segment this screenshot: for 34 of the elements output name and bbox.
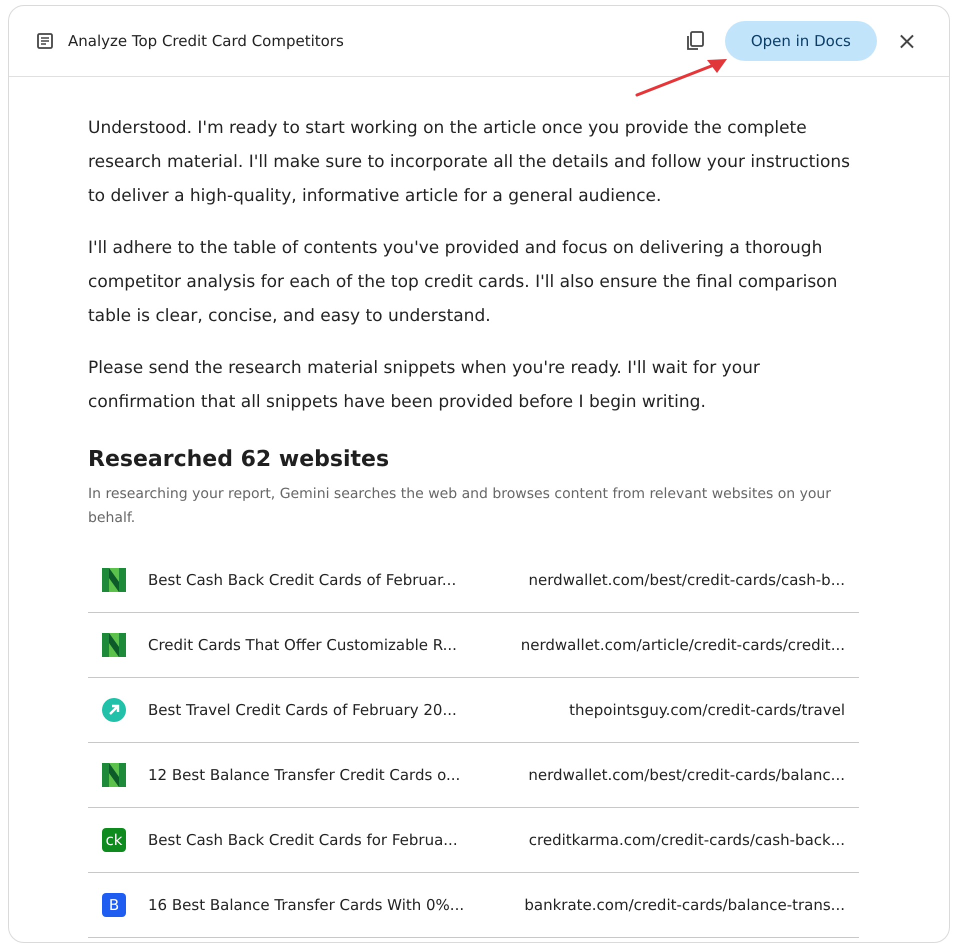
website-row[interactable]: Credit Cards That Offer Customizable R... nerdwallet.com/article/credit-cards/credit... [88, 613, 859, 678]
website-url: nerdwallet.com/best/credit-cards/cash-b... [528, 571, 845, 589]
website-row[interactable]: 12 Best Balance Transfer Credit Cards o... nerdwallet.com/best/credit-cards/balanc... [88, 743, 859, 808]
website-url: nerdwallet.com/article/credit-cards/credit... [520, 636, 845, 654]
n-logo-icon [102, 763, 126, 787]
website-title: Best Cash Back Credit Cards for Februa... [148, 831, 459, 849]
response-paragraph: Understood. I'm ready to start working on the article once you provide the complete research material. I'll make sure to incorporate all the details and follow your instructions to deliver a high-quality, informative article for a general audience. [88, 117, 851, 208]
document-icon [36, 32, 54, 50]
website-title: Best Cash Back Credit Cards of Februar... [148, 571, 458, 589]
website-url: nerdwallet.com/best/credit-cards/balanc... [527, 766, 845, 784]
copy-icon[interactable] [684, 30, 705, 52]
response-paragraph: Please send the research material snippets when you're ready. I'll wait for your confirmation that all snippets have been provided before I begin writing. [88, 357, 761, 414]
website-title: Credit Cards That Offer Customizable R... [148, 636, 458, 654]
website-row[interactable]: Best Cash Back Credit Cards of Februar... nerdwallet.com/best/credit-cards/cash-b... [88, 548, 859, 613]
website-title: Best Travel Credit Cards of February 20... [148, 701, 458, 719]
research-heading: Researched 62 websites [88, 447, 390, 472]
response-paragraph: I'll adhere to the table of contents you've provided and focus on delivering a thorough competitor analysis for each of the top credit cards. I'll also ensure the final comparison table is clear, concise, and easy to understand. [88, 237, 838, 328]
n-logo-icon [102, 633, 126, 657]
letter-logo-icon: B [102, 893, 126, 917]
research-note: In researching your report, Gemini searches the web and browses content from relevant websites on your behalf. [88, 485, 832, 528]
open-in-docs-button[interactable]: Open in Docs [724, 21, 877, 61]
arrow-logo-icon [102, 698, 126, 722]
letter-logo-icon: ck [102, 828, 126, 852]
n-logo-icon [102, 568, 126, 592]
close-button[interactable]: × [890, 27, 923, 55]
website-row[interactable]: B 16 Best Balance Transfer Cards With 0%... bankrate.com/credit-cards/balance-trans... [88, 873, 859, 938]
website-url: bankrate.com/credit-cards/balance-trans... [523, 896, 845, 914]
website-title: 12 Best Balance Transfer Credit Cards o... [148, 766, 462, 784]
website-url: creditkarma.com/credit-cards/cash-back... [528, 831, 845, 849]
website-title: 16 Best Balance Transfer Cards With 0%... [148, 896, 466, 914]
website-row[interactable]: ck Best Cash Back Credit Cards for Februa... creditkarma.com/credit-cards/cash-back... [88, 808, 859, 873]
website-row[interactable]: Best Travel Credit Cards of February 20... thepointsguy.com/credit-cards/travel [88, 678, 859, 743]
panel-title: Analyze Top Credit Card Competitors [68, 32, 345, 50]
website-url: thepointsguy.com/credit-cards/travel [568, 701, 845, 719]
